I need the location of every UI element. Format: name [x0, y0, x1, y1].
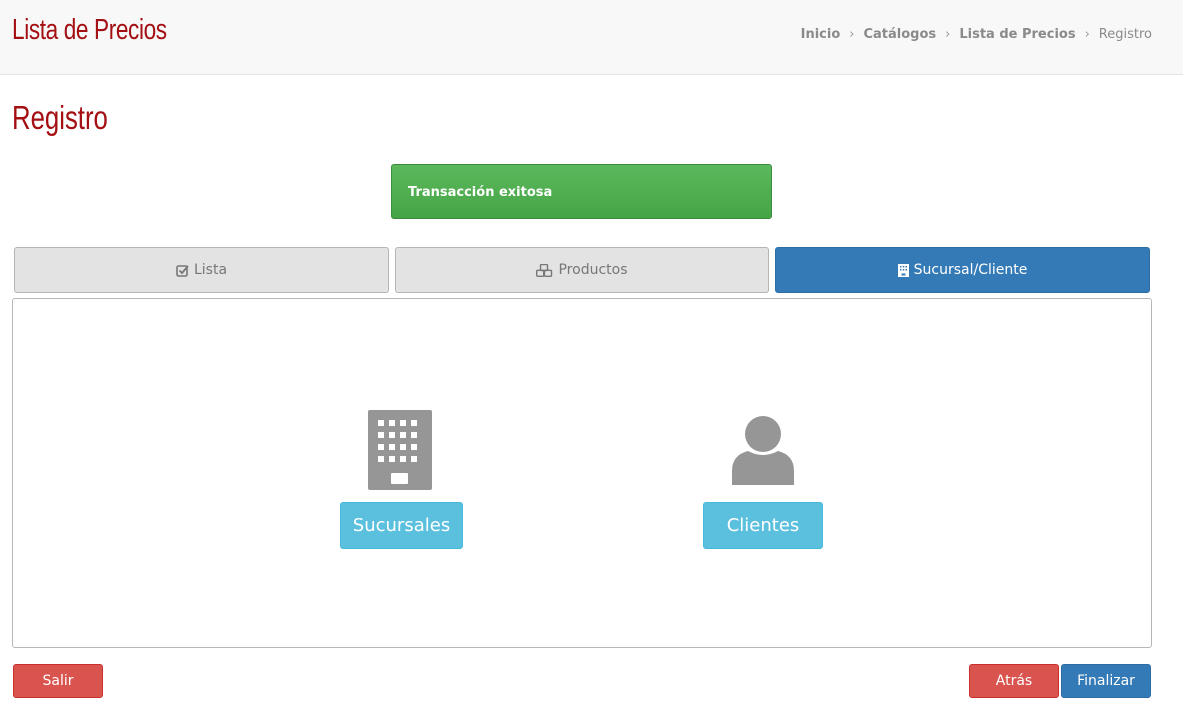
salir-button[interactable]: Salir [13, 664, 103, 698]
clientes-button[interactable]: Clientes [703, 502, 823, 549]
breadcrumb-inicio[interactable]: Inicio [801, 27, 841, 42]
tab-label: Lista [193, 262, 228, 278]
success-alert: Transacción exitosa [391, 164, 772, 219]
building-icon [368, 410, 432, 490]
chevron-right-icon: › [1084, 27, 1090, 42]
sucursales-button[interactable]: Sucursales [340, 502, 463, 549]
cubes-icon [536, 263, 553, 277]
tab-sucursal-cliente[interactable]: Sucursal/Cliente [775, 247, 1150, 293]
salir-label: Salir [42, 673, 74, 689]
user-icon [730, 415, 796, 487]
breadcrumb-registro: Registro [1098, 27, 1152, 42]
breadcrumb-lista-precios[interactable]: Lista de Precios [959, 27, 1075, 42]
atras-button[interactable]: Atrás [969, 664, 1059, 698]
tab-label: Productos [558, 262, 628, 278]
breadcrumb: Inicio › Catálogos › Lista de Precios › … [801, 27, 1152, 42]
page-title: Registro [12, 99, 108, 136]
finalizar-button[interactable]: Finalizar [1061, 664, 1151, 698]
tab-content-panel: Sucursales Clientes [12, 298, 1152, 648]
chevron-right-icon: › [849, 27, 855, 42]
alert-message: Transacción exitosa [408, 185, 553, 200]
building-icon [897, 263, 909, 277]
tab-label: Sucursal/Cliente [913, 262, 1028, 278]
checkbox-icon [176, 264, 189, 277]
chevron-right-icon: › [945, 27, 951, 42]
breadcrumb-catalogos[interactable]: Catálogos [863, 27, 936, 42]
sucursales-label: Sucursales [352, 515, 451, 536]
tab-lista[interactable]: Lista [14, 247, 389, 293]
clientes-label: Clientes [726, 515, 800, 536]
finalizar-label: Finalizar [1077, 673, 1135, 689]
page-header: Lista de Precios Inicio › Catálogos › Li… [0, 0, 1183, 75]
app-title: Lista de Precios [12, 14, 167, 46]
tab-productos[interactable]: Productos [395, 247, 769, 293]
atras-label: Atrás [995, 673, 1033, 689]
